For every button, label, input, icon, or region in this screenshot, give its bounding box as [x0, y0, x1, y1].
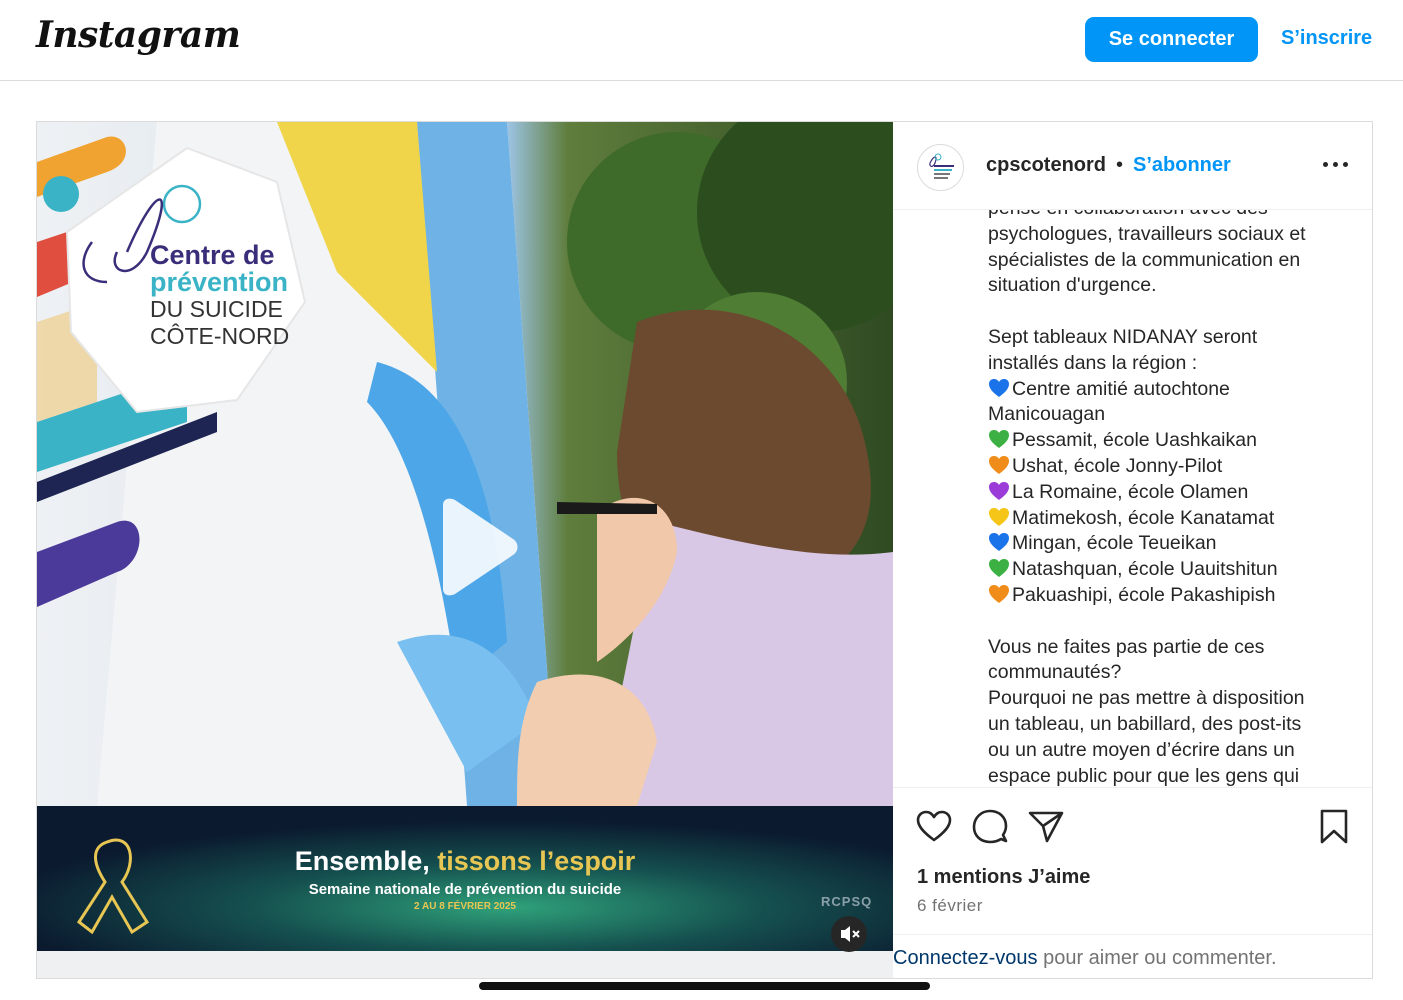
heart-emoji-icon — [989, 559, 1009, 578]
caption-line: espace public pour que les gens qui — [988, 764, 1300, 787]
avatar[interactable] — [917, 144, 964, 191]
post-date[interactable]: 6 février — [917, 896, 983, 916]
location-list-item-text: Natashquan, école Uauitshitun — [1012, 558, 1278, 581]
caption-line: Sept tableaux NIDANAY seront — [988, 325, 1258, 348]
heart-emoji-icon — [989, 378, 1009, 397]
login-link[interactable]: Connectez-vous — [893, 947, 1038, 969]
username[interactable]: cpscotenord — [986, 154, 1106, 177]
post-side-panel: cpscotenord • S’abonner pensé en collabo… — [893, 122, 1372, 978]
heart-emoji-icon — [989, 533, 1009, 552]
heart-emoji-icon — [989, 507, 1009, 526]
caption-line: un tableau, un babillard, des post-its — [988, 712, 1302, 735]
caption-line: installés dans la région : — [988, 351, 1198, 374]
separator-dot: • — [1116, 154, 1124, 176]
brand-line-3: DU SUICIDE — [150, 296, 283, 322]
caption-line: Vous ne faites pas partie de ces — [988, 635, 1265, 658]
location-list-item: Pessamit, école Uashkaikan — [988, 428, 1358, 454]
brand-line-1: Centre de — [150, 240, 275, 270]
play-icon[interactable] — [425, 497, 525, 597]
post-header: cpscotenord • S’abonner — [893, 122, 1372, 210]
banner-subtitle: Semaine nationale de prévention du suici… — [308, 881, 622, 898]
post-caption: pensé en collaboration avec des psycholo… — [988, 210, 1358, 787]
banner-title-part1: Ensemble, — [294, 846, 438, 876]
caption-line: communautés? — [988, 661, 1122, 684]
location-list-item-text: Centre amitié autochtone — [1012, 377, 1230, 400]
caption-line: pensé en collaboration avec des — [988, 210, 1358, 222]
location-list-item-text: Ushat, école Jonny-Pilot — [1012, 454, 1223, 477]
location-list-item: Pakuashipi, école Pakashipish — [988, 583, 1358, 609]
location-list-item-text: Pessamit, école Uashkaikan — [1012, 429, 1257, 452]
caption-scroll-area[interactable]: pensé en collaboration avec des psycholo… — [893, 210, 1372, 787]
post-actions: 1 mentions J’aime 6 février — [893, 787, 1372, 937]
location-list-item: Natashquan, école Uauitshitun — [988, 557, 1358, 583]
follow-button[interactable]: S’abonner — [1133, 154, 1231, 177]
location-list-item: Ushat, école Jonny-Pilot — [988, 454, 1358, 480]
comment-icon[interactable] — [971, 808, 1009, 846]
banner-org-logo: RCPSQ — [821, 894, 873, 909]
location-list-item: Centre amitié autochtone — [988, 377, 1358, 403]
more-icon[interactable] — [1321, 152, 1351, 176]
location-list-item-text: La Romaine, école Olamen — [1012, 480, 1249, 503]
heart-emoji-icon — [989, 481, 1009, 500]
caption-line: situation d'urgence. — [988, 274, 1157, 297]
heart-emoji-icon — [989, 455, 1009, 474]
login-prompt: Connectez-vous pour aimer ou commenter. — [893, 934, 1372, 978]
banner-dates: 2 AU 8 FÉVRIER 2025 — [414, 901, 516, 912]
location-list-item: Matimekosh, école Kanatamat — [988, 506, 1358, 532]
likes-count[interactable]: 1 mentions J’aime — [917, 866, 1090, 889]
heart-emoji-icon — [989, 584, 1009, 603]
caption-line: Pourquoi ne pas mettre à disposition — [988, 687, 1305, 710]
brand-line-2: prévention — [150, 267, 289, 297]
caption-line: spécialistes de la communication en — [988, 248, 1301, 271]
post-video[interactable]: Centre de prévention DU SUICIDE CÔTE-NOR… — [37, 122, 893, 978]
signup-link[interactable]: S’inscrire — [1281, 27, 1372, 50]
instagram-logo[interactable]: Instagram — [36, 14, 241, 56]
heart-emoji-icon — [989, 430, 1009, 449]
caption-line: psychologues, travailleurs sociaux et — [988, 222, 1306, 245]
brand-logo-text: Centre de prévention DU SUICIDE CÔTE-NOR… — [150, 242, 289, 350]
location-list-item-text: Mingan, école Teueikan — [1012, 532, 1217, 555]
location-list-item-text: Matimekosh, école Kanatamat — [1012, 506, 1275, 529]
location-list-item: La Romaine, école Olamen — [988, 480, 1358, 506]
mute-icon[interactable] — [831, 916, 867, 952]
location-list-item-text: Pakuashipi, école Pakashipish — [1012, 583, 1276, 606]
banner-title: Ensemble, tissons l’espoir — [37, 846, 893, 877]
campaign-banner: Ensemble, tissons l’espoir Semaine natio… — [37, 806, 893, 951]
brand-line-4: CÔTE-NORD — [150, 323, 290, 349]
location-list-item-text: Manicouagan — [988, 403, 1106, 426]
login-prompt-text: Connectez-vous pour aimer ou commenter. — [893, 947, 1277, 970]
banner-title-part2: tissons l’espoir — [437, 846, 636, 876]
top-bar: Instagram Se connecter S’inscrire — [0, 0, 1403, 81]
share-icon[interactable] — [1027, 808, 1065, 846]
login-prompt-suffix: pour aimer ou commenter. — [1037, 947, 1277, 969]
location-list-item: Manicouagan — [988, 402, 1358, 428]
home-indicator — [479, 982, 930, 990]
post-card: Centre de prévention DU SUICIDE CÔTE-NOR… — [36, 121, 1373, 979]
login-button[interactable]: Se connecter — [1085, 17, 1258, 62]
caption-line: ou un autre moyen d’écrire dans un — [988, 738, 1295, 761]
save-icon[interactable] — [1315, 808, 1353, 846]
like-icon[interactable] — [915, 808, 953, 846]
location-list-item: Mingan, école Teueikan — [988, 531, 1358, 557]
